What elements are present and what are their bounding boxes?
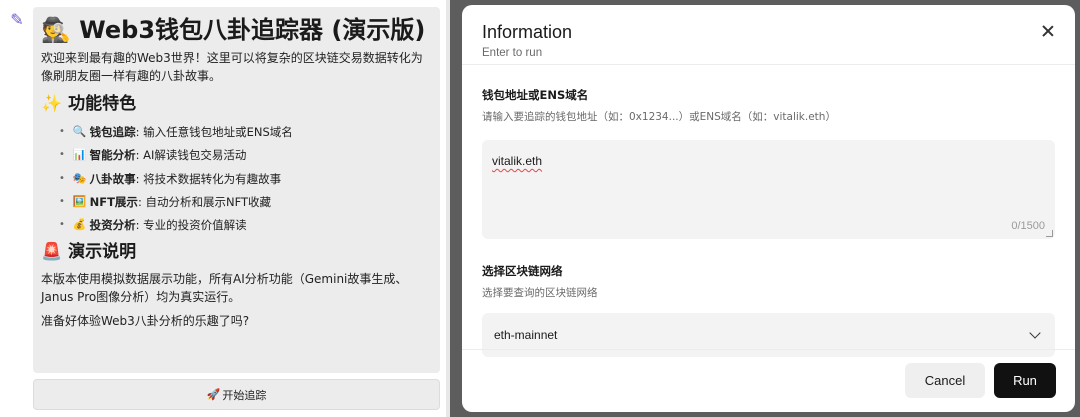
list-item: 💰投资分析: 专业的投资价值解读 [59,217,430,233]
resize-handle-icon[interactable] [1046,230,1053,237]
wallet-address-input[interactable]: vitalik.eth 0/1500 [482,140,1055,239]
message-card: 🕵️ Web3钱包八卦追踪器 (演示版) 欢迎来到最有趣的Web3世界！这里可以… [33,7,440,373]
rocket-icon: 🚀 [206,388,221,401]
chevron-down-icon [1029,327,1041,339]
wallet-field-label: 钱包地址或ENS域名 [482,88,589,102]
dialog-header: Information Enter to run [462,5,1075,65]
chart-icon: 📊 [72,148,87,162]
ready-text: 准备好体验Web3八卦分析的乐趣了吗? [41,314,250,329]
list-item: 🎭八卦故事: 将技术数据转化为有趣故事 [59,171,430,187]
dialog-body: 钱包地址或ENS域名 请输入要追踪的钱包地址（如：0x1234...）或ENS域… [462,87,1075,357]
wallet-address-value: vitalik.eth [492,154,543,168]
dialog-title: Information [482,22,573,42]
information-dialog: Information Enter to run 钱包地址或ENS域名 请输入要… [462,5,1075,412]
start-tracking-button[interactable]: 🚀 开始追踪 [33,379,440,410]
run-button[interactable]: Run [994,363,1056,398]
network-field-description: 选择要查询的区块链网络 [482,287,598,299]
demo-text: 本版本使用模拟数据展示功能，所有AI分析功能（Gemini故事生成、Janus … [41,272,408,305]
start-tracking-label: 开始追踪 [222,388,267,402]
chat-panel: ✎ 🕵️ Web3钱包八卦追踪器 (演示版) 欢迎来到最有趣的Web3世界！这里… [0,0,450,417]
dialog-footer: Cancel Run [462,349,1075,412]
bot-avatar: ✎ [10,9,24,29]
masks-icon: 🎭 [72,171,87,185]
wallet-field-description: 请输入要追踪的钱包地址（如：0x1234...）或ENS域名（如：vitalik… [482,111,836,123]
list-item: 🖼️NFT展示: 自动分析和展示NFT收藏 [59,194,430,210]
message-title: 🕵️ Web3钱包八卦追踪器 (演示版) [41,16,426,44]
features-heading: ✨ 功能特色 [41,94,137,114]
char-count: 0/1500 [1011,220,1045,232]
magnifier-icon: 🔍 [72,125,87,138]
network-field-label: 选择区块链网络 [482,264,563,278]
money-bag-icon: 💰 [72,218,87,232]
features-list: 🔍钱包追踪: 输入任意钱包地址或ENS域名 📊智能分析: AI解读钱包交易活动 … [41,124,430,233]
close-icon[interactable] [1039,22,1057,40]
network-select-value: eth-mainnet [494,328,558,342]
demo-heading: 🚨 演示说明 [41,242,137,263]
picture-icon: 🖼️ [72,194,87,208]
list-item: 📊智能分析: AI解读钱包交易活动 [59,147,430,163]
intro-text: 欢迎来到最有趣的Web3世界！这里可以将复杂的区块链交易数据转化为像刷朋友圈一样… [41,51,423,83]
list-item: 🔍钱包追踪: 输入任意钱包地址或ENS域名 [59,124,430,140]
cancel-button[interactable]: Cancel [905,363,985,398]
dialog-subtitle: Enter to run [482,47,543,59]
